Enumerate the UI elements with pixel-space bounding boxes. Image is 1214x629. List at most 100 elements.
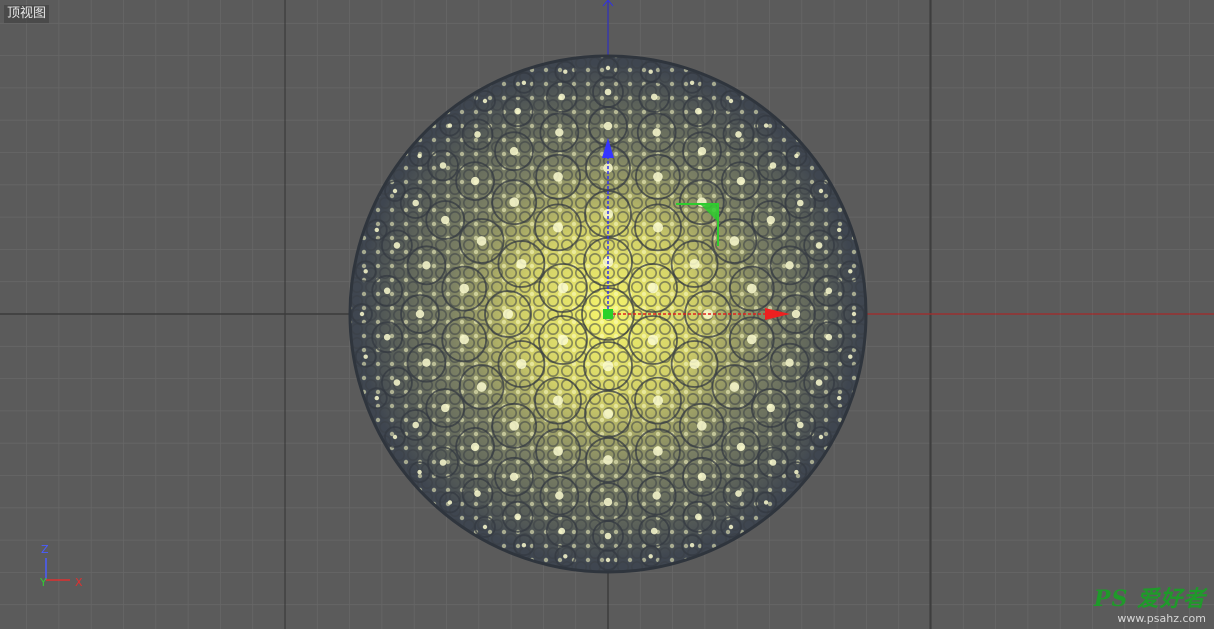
sphere-cell-highlight xyxy=(647,334,659,346)
gizmo-pivot-handle[interactable] xyxy=(603,309,613,319)
sphere-cell-highlight xyxy=(563,554,568,559)
sphere-cell-highlight xyxy=(797,199,804,207)
sphere-cell-highlight xyxy=(652,222,664,233)
sphere-cell-highlight xyxy=(558,93,566,101)
scene-canvas[interactable]: Z Y X xyxy=(0,0,1214,629)
sphere-cell-highlight xyxy=(412,199,420,207)
sphere-cell-highlight xyxy=(746,283,757,294)
sphere-cell-highlight xyxy=(509,472,519,481)
sphere-cell-highlight xyxy=(653,171,663,182)
sphere-cell-highlight xyxy=(415,309,425,319)
sphere-cell-highlight xyxy=(482,524,488,530)
sphere-cell-highlight xyxy=(393,379,401,386)
sphere-cell-highlight xyxy=(746,334,757,345)
sphere-cell-highlight xyxy=(603,455,613,465)
sphere-cell-highlight xyxy=(393,242,401,249)
sphere-cell-highlight xyxy=(763,123,769,128)
sphere-cell-highlight xyxy=(736,442,746,452)
sphere-cell-highlight xyxy=(695,513,702,521)
sphere-cell-highlight xyxy=(605,65,611,71)
sphere-cell-highlight xyxy=(791,309,801,319)
sphere-cell-highlight xyxy=(563,69,568,74)
sphere-cell-highlight xyxy=(363,269,368,274)
sphere-cell-highlight xyxy=(470,176,480,186)
sphere-cell-highlight xyxy=(604,88,612,96)
sphere-cell-highlight xyxy=(769,162,777,169)
sphere-cell-highlight xyxy=(729,236,740,246)
sphere-cell-highlight xyxy=(848,354,853,359)
sphere-cell-highlight xyxy=(815,242,823,249)
sphere-cell-highlight xyxy=(794,469,799,475)
sphere-cell-highlight xyxy=(697,147,707,156)
sphere-cell-highlight xyxy=(818,434,824,440)
sphere-cell-highlight xyxy=(652,395,664,406)
sphere-cell-highlight xyxy=(363,354,368,359)
sphere-cell-highlight xyxy=(417,153,422,159)
sphere-cell-highlight xyxy=(602,360,614,372)
sphere-cell-highlight xyxy=(689,543,695,548)
sphere-cell-highlight xyxy=(766,215,775,225)
sphere-cell-highlight xyxy=(604,532,612,540)
sphere-cell-highlight xyxy=(785,261,794,270)
sphere-cell-highlight xyxy=(509,147,519,156)
sphere-cell-highlight xyxy=(447,123,453,128)
sphere-cell-highlight xyxy=(605,557,611,563)
sphere-cell-highlight xyxy=(647,282,659,294)
sphere-cell-highlight xyxy=(603,497,613,507)
sphere-cell-highlight xyxy=(689,258,700,270)
sphere-cell-highlight xyxy=(648,69,653,74)
sphere-cell-highlight xyxy=(728,98,734,104)
sphere-cell-highlight xyxy=(374,395,379,401)
sphere-cell-highlight xyxy=(603,121,613,131)
sphere-cell-highlight xyxy=(470,442,480,452)
sphere-cell-highlight xyxy=(474,490,481,497)
sphere-cell-highlight xyxy=(422,358,431,367)
sphere-cell-highlight xyxy=(516,358,527,370)
sphere-cell-highlight xyxy=(459,283,470,294)
axis-indicator-z-label: Z xyxy=(41,543,49,556)
sphere-cell-highlight xyxy=(848,269,853,274)
sphere-cell-highlight xyxy=(785,358,794,367)
sphere-cell-highlight xyxy=(697,472,707,481)
sphere-cell-highlight xyxy=(516,258,527,270)
sphere-cell-highlight xyxy=(553,446,563,457)
sphere-cell-highlight xyxy=(502,308,514,320)
axis-indicator: Z Y X xyxy=(39,543,83,589)
sphere-cell-highlight xyxy=(735,131,742,138)
sphere-cell-highlight xyxy=(794,153,799,159)
sphere-cell-highlight xyxy=(557,334,569,346)
sphere-cell-highlight xyxy=(558,527,566,535)
sphere-cell-highlight xyxy=(412,421,420,429)
sphere-cell-highlight xyxy=(555,491,564,500)
sphere-cell-highlight xyxy=(766,403,775,413)
sphere-cell-highlight xyxy=(552,395,564,406)
sphere-cell-highlight xyxy=(818,188,824,194)
sphere-cell-highlight xyxy=(825,287,833,295)
sphere-cell-highlight xyxy=(650,93,658,101)
sphere-cell-highlight xyxy=(769,459,777,466)
sphere-cell-highlight xyxy=(689,358,700,370)
axis-indicator-x-label: X xyxy=(75,576,83,589)
sphere-cell-highlight xyxy=(447,500,453,505)
sphere-cell-highlight xyxy=(797,421,804,429)
sphere-cell-highlight xyxy=(652,128,661,137)
sphere-cell-highlight xyxy=(653,446,663,457)
sphere-cell-highlight xyxy=(521,80,527,86)
sphere-cell-highlight xyxy=(441,403,450,413)
viewport-top-view[interactable]: Z Y X 顶视图 PS 爱好者 www.psahz.com xyxy=(0,0,1214,629)
sphere-cell-highlight xyxy=(735,490,742,497)
sphere-cell-highlight xyxy=(417,469,422,475)
watermark-logo: PS 爱好者 xyxy=(1093,586,1206,612)
sphere-cell-highlight xyxy=(459,334,470,345)
watermark-url: www.psahz.com xyxy=(1117,612,1206,625)
sphere-cell-highlight xyxy=(652,491,661,500)
sphere-cell-highlight xyxy=(729,382,740,392)
sphere-cell-highlight xyxy=(689,80,695,86)
sphere-cell-highlight xyxy=(555,128,564,137)
view-name-label[interactable]: 顶视图 xyxy=(4,5,50,23)
sphere-cell-highlight xyxy=(514,107,521,115)
sphere-cell-highlight xyxy=(553,171,563,182)
sphere-cell-highlight xyxy=(650,527,658,535)
sphere-cell-highlight xyxy=(815,379,823,386)
sphere-cell-highlight xyxy=(441,215,450,225)
